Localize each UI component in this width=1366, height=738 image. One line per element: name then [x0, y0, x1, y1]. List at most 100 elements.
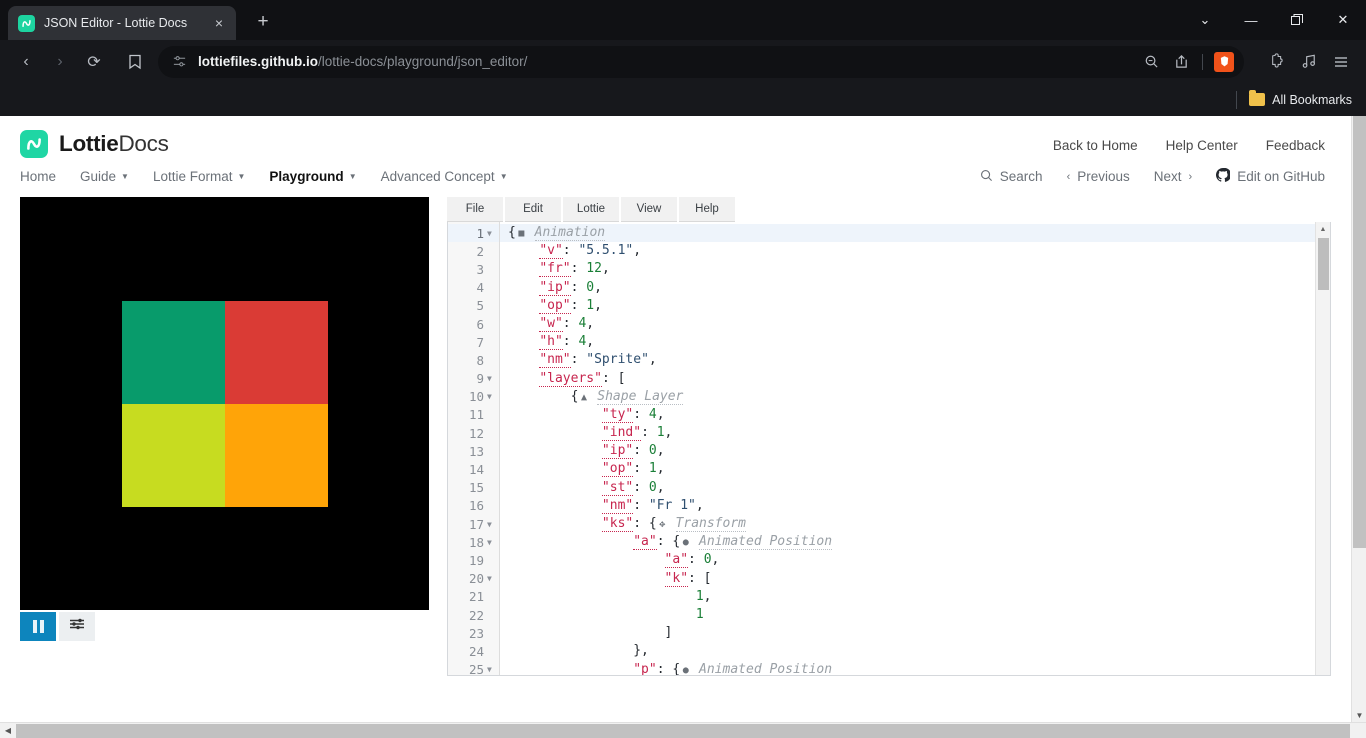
code-line[interactable]: "p": {● Animated Position [500, 661, 1330, 675]
code-line[interactable]: "h": 4, [500, 333, 1330, 351]
url-domain: lottiefiles.github.io [198, 54, 318, 69]
zoom-out-icon[interactable] [1137, 48, 1165, 76]
code-line[interactable]: "ind": 1, [500, 424, 1330, 442]
code-line[interactable]: "v": "5.5.1", [500, 242, 1330, 260]
code-line[interactable]: "a": {● Animated Position [500, 533, 1330, 551]
site-header: LottieDocs Back to Home Help Center Feed… [0, 116, 1351, 158]
back-icon[interactable]: ‹ [10, 46, 42, 78]
fold-toggle-icon[interactable]: ▼ [487, 665, 495, 674]
address-bar[interactable]: lottiefiles.github.io/lottie-docs/playgr… [158, 45, 1244, 78]
nav-item-advanced-concept[interactable]: Advanced Concept ▼ [381, 169, 508, 184]
extensions-icon[interactable] [1262, 47, 1292, 77]
code-line[interactable]: "ty": 4, [500, 406, 1330, 424]
nav-item-guide[interactable]: Guide ▼ [80, 169, 129, 184]
lottie-logo-icon [18, 14, 35, 32]
edit-on-github-button[interactable]: Edit on GitHub [1216, 167, 1325, 185]
code-token: , [664, 425, 673, 441]
editor-vertical-scrollbar[interactable]: ▲ [1315, 222, 1330, 675]
fold-toggle-icon[interactable]: ▼ [487, 538, 495, 547]
nav-item-playground[interactable]: Playground ▼ [269, 169, 356, 184]
code-line[interactable]: "nm": "Fr 1", [500, 497, 1330, 515]
menu-edit[interactable]: Edit [505, 197, 561, 222]
code-editor[interactable]: 1▼2▼3▼4▼5▼6▼7▼8▼9▼10▼11▼12▼13▼14▼15▼16▼1… [447, 222, 1331, 676]
line-number-gutter: 1▼2▼3▼4▼5▼6▼7▼8▼9▼10▼11▼12▼13▼14▼15▼16▼1… [448, 222, 500, 675]
code-line[interactable]: "ip": 0, [500, 442, 1330, 460]
code-line[interactable]: "nm": "Sprite", [500, 351, 1330, 369]
editor-menubar: File Edit Lottie View Help [447, 197, 1331, 222]
code-token: : [ [688, 570, 712, 586]
nav-item-lottie-format[interactable]: Lottie Format ▼ [153, 169, 245, 184]
site-logo[interactable]: LottieDocs [20, 130, 169, 158]
code-line[interactable]: "a": 0, [500, 551, 1330, 569]
scrollbar-thumb[interactable] [16, 723, 1350, 738]
code-line[interactable]: "st": 0, [500, 479, 1330, 497]
forward-icon[interactable]: › [44, 46, 76, 78]
code-line[interactable]: }, [500, 642, 1330, 660]
scroll-left-arrow[interactable]: ◀ [0, 726, 16, 735]
next-button[interactable]: Next › [1154, 169, 1192, 184]
code-line[interactable]: {■ Animation [500, 224, 1330, 243]
fold-toggle-icon[interactable]: ▼ [487, 392, 495, 401]
nav-label: Lottie Format [152, 169, 233, 184]
share-icon[interactable] [1167, 48, 1195, 76]
fold-toggle-icon[interactable]: ▼ [487, 374, 495, 383]
fold-toggle-icon[interactable]: ▼ [487, 229, 495, 238]
all-bookmarks-label: All Bookmarks [1272, 92, 1352, 107]
bookmark-icon[interactable] [118, 46, 152, 78]
browser-tab[interactable]: JSON Editor - Lottie Docs × [8, 6, 236, 40]
page-vertical-scrollbar[interactable]: ▼ [1351, 116, 1366, 723]
scrollbar-thumb[interactable] [1318, 238, 1329, 290]
site-settings-icon[interactable] [172, 54, 187, 69]
code-line[interactable]: {▲ Shape Layer [500, 388, 1330, 406]
code-line[interactable]: "k": [ [500, 570, 1330, 588]
hamburger-menu-icon[interactable] [1326, 47, 1356, 77]
line-number: 11▼ [468, 407, 484, 423]
scroll-up-arrow[interactable]: ▲ [1316, 222, 1330, 236]
code-line[interactable]: ] [500, 624, 1330, 642]
folder-icon [1249, 90, 1266, 106]
code-content[interactable]: {■ Animation "v": "5.5.1", "fr": 12, "ip… [500, 222, 1330, 675]
fold-toggle-icon[interactable]: ▼ [487, 520, 495, 529]
nav-item-home[interactable]: Home [20, 169, 56, 184]
scrollbar-thumb[interactable] [1353, 116, 1366, 548]
tab-search-icon[interactable]: ⌄ [1182, 0, 1228, 40]
page-horizontal-scrollbar[interactable]: ◀ [0, 722, 1366, 738]
code-token: "5.5.1" [578, 243, 634, 259]
code-token: : [688, 552, 704, 568]
code-line[interactable]: "ks": {✥ Transform [500, 515, 1330, 533]
menu-view[interactable]: View [621, 197, 677, 222]
animation-canvas[interactable] [20, 197, 429, 610]
link-feedback[interactable]: Feedback [1266, 138, 1325, 153]
nav-label: Playground [269, 169, 344, 184]
pause-button[interactable] [20, 612, 56, 641]
code-line[interactable]: "w": 4, [500, 315, 1330, 333]
maximize-icon[interactable] [1274, 0, 1320, 40]
code-line[interactable]: 1, [500, 588, 1330, 606]
link-back-to-home[interactable]: Back to Home [1053, 138, 1138, 153]
code-line[interactable]: "layers": [ [500, 370, 1330, 388]
new-tab-button[interactable]: + [248, 7, 278, 37]
previous-button[interactable]: ‹ Previous [1067, 169, 1130, 184]
reload-icon[interactable]: ⟳ [78, 46, 110, 78]
fold-toggle-icon[interactable]: ▼ [487, 574, 495, 583]
nav-label: Advanced Concept [380, 169, 495, 184]
playback-settings-button[interactable] [59, 612, 95, 641]
search-button[interactable]: Search [980, 169, 1043, 185]
all-bookmarks-button[interactable]: All Bookmarks [1249, 90, 1352, 107]
menu-lottie[interactable]: Lottie [563, 197, 619, 222]
chevron-right-icon: › [1188, 170, 1193, 183]
menu-help[interactable]: Help [679, 197, 735, 222]
close-window-icon[interactable]: ✕ [1320, 0, 1366, 40]
music-icon[interactable] [1294, 47, 1324, 77]
brave-shields-icon[interactable] [1210, 48, 1238, 76]
close-icon[interactable]: × [210, 16, 228, 30]
code-line[interactable]: "ip": 0, [500, 279, 1330, 297]
scroll-down-arrow[interactable]: ▼ [1352, 707, 1366, 723]
code-line[interactable]: "op": 1, [500, 297, 1330, 315]
code-line[interactable]: "fr": 12, [500, 260, 1330, 278]
minimize-icon[interactable]: — [1228, 0, 1274, 40]
code-line[interactable]: 1 [500, 606, 1330, 624]
menu-file[interactable]: File [447, 197, 503, 222]
link-help-center[interactable]: Help Center [1166, 138, 1238, 153]
code-line[interactable]: "op": 1, [500, 460, 1330, 478]
